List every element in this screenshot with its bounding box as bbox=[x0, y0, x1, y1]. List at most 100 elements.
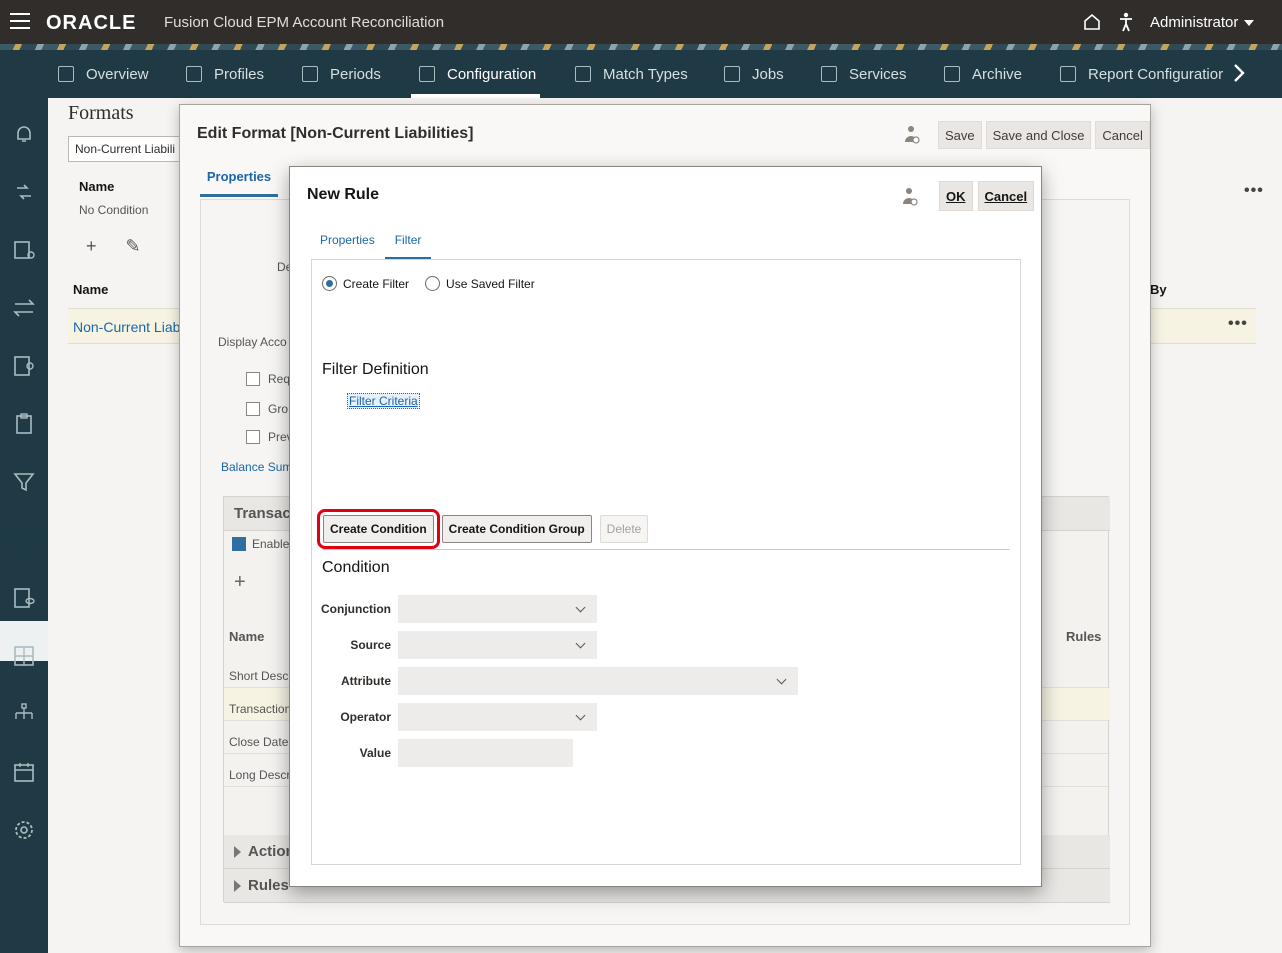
conjunction-row: Conjunction bbox=[312, 595, 597, 623]
hamburger-menu-icon[interactable] bbox=[10, 13, 30, 31]
balance-summary-link[interactable]: Balance Sum bbox=[221, 460, 292, 474]
add-attribute-icon[interactable]: + bbox=[234, 571, 246, 594]
add-icon[interactable]: + bbox=[86, 236, 97, 256]
edit-icon[interactable]: ✎ bbox=[126, 236, 141, 256]
filter-criteria-link[interactable]: Filter Criteria bbox=[347, 393, 420, 409]
list-toolbar: + ✎ bbox=[86, 236, 141, 257]
cancel-button[interactable]: Cancel bbox=[1095, 121, 1150, 149]
chevron-down-icon bbox=[575, 710, 586, 721]
tab-properties[interactable]: Properties bbox=[310, 233, 385, 260]
cancel-button[interactable]: Cancel bbox=[977, 181, 1035, 211]
nav-tab-configuration[interactable]: Configuration bbox=[410, 50, 541, 98]
create-condition-button[interactable]: Create Condition bbox=[317, 509, 440, 549]
conjunction-label: Conjunction bbox=[321, 602, 391, 616]
attribute-label: Attribute bbox=[341, 674, 391, 688]
nav-tab-archive[interactable]: Archive bbox=[944, 50, 1022, 98]
value-input[interactable] bbox=[398, 739, 573, 767]
attribute-select[interactable] bbox=[398, 667, 798, 695]
operator-label: Operator bbox=[340, 710, 391, 724]
tab-filter[interactable]: Filter bbox=[384, 233, 432, 260]
formats-search-input[interactable]: Non-Current Liabili bbox=[68, 136, 188, 162]
col-name-header: Name bbox=[229, 629, 265, 644]
source-row: Source bbox=[312, 631, 597, 659]
attribute-row: Attribute bbox=[312, 667, 798, 695]
filter-mode-radios: Create Filter Use Saved Filter bbox=[322, 276, 535, 291]
checkbox-group[interactable] bbox=[246, 402, 260, 416]
hierarchy-icon[interactable] bbox=[12, 702, 36, 726]
periods-icon bbox=[302, 66, 318, 82]
modified-by-header: By bbox=[1150, 282, 1167, 297]
filter-definition-title: Filter Definition bbox=[322, 361, 429, 378]
chevron-down-icon bbox=[575, 602, 586, 613]
divider bbox=[322, 549, 1010, 550]
delete-button[interactable]: Delete bbox=[599, 515, 649, 543]
admin-user-icon bbox=[905, 126, 920, 144]
checkbox-group-label: Gro bbox=[268, 402, 289, 416]
settings-gear-icon[interactable] bbox=[12, 818, 36, 842]
filter-icon[interactable] bbox=[12, 470, 36, 494]
source-label: Source bbox=[350, 638, 391, 652]
save-and-close-button[interactable]: Save and Close bbox=[985, 121, 1092, 149]
configuration-icon bbox=[419, 66, 435, 82]
value-label: Value bbox=[359, 746, 391, 760]
notifications-icon[interactable] bbox=[12, 122, 36, 146]
create-filter-label: Create Filter bbox=[343, 276, 410, 291]
document-settings-icon[interactable] bbox=[12, 354, 36, 378]
more-actions-icon[interactable]: ••• bbox=[1244, 182, 1264, 200]
services-icon bbox=[821, 66, 837, 82]
user-menu[interactable]: Administrator bbox=[1150, 14, 1255, 31]
new-rule-dialog: New Rule OK Cancel Properties Filter Cre… bbox=[289, 166, 1042, 887]
create-filter-radio[interactable] bbox=[322, 276, 337, 291]
nav-tab-jobs[interactable]: Jobs bbox=[724, 50, 784, 98]
clipboard-icon[interactable] bbox=[12, 412, 36, 436]
calendar-icon[interactable] bbox=[12, 760, 36, 784]
document-view-icon[interactable] bbox=[12, 586, 36, 610]
source-select[interactable] bbox=[398, 631, 597, 659]
calculator-icon[interactable] bbox=[12, 644, 36, 668]
use-saved-filter-label: Use Saved Filter bbox=[446, 276, 535, 291]
list-name-header: Name bbox=[73, 282, 109, 297]
checkbox-prev[interactable] bbox=[246, 430, 260, 444]
enable-checkbox[interactable] bbox=[232, 537, 246, 551]
condition-title: Condition bbox=[322, 559, 390, 576]
list-settings-icon[interactable] bbox=[12, 238, 36, 262]
nav-tab-profiles[interactable]: Profiles bbox=[186, 50, 264, 98]
expand-triangle-icon bbox=[234, 880, 241, 892]
nav-tab-services[interactable]: Services bbox=[821, 50, 907, 98]
tab-properties[interactable]: Properties bbox=[200, 169, 278, 197]
dialog-title: Edit Format [Non-Current Liabilities] bbox=[197, 125, 474, 142]
operator-select[interactable] bbox=[398, 703, 597, 731]
use-saved-filter-radio[interactable] bbox=[425, 276, 441, 291]
nav-tab-periods[interactable]: Periods bbox=[302, 50, 381, 98]
accessibility-icon[interactable] bbox=[1118, 12, 1134, 32]
edit-format-tabs: Properties bbox=[200, 169, 278, 197]
home-icon[interactable] bbox=[1082, 12, 1102, 32]
main-nav: Overview Profiles Periods Configuration … bbox=[0, 50, 1282, 98]
left-rail bbox=[0, 98, 48, 953]
row-actions-icon[interactable]: ••• bbox=[1228, 315, 1248, 333]
new-rule-tabs: Properties Filter bbox=[310, 233, 432, 260]
top-header: ORACLE Fusion Cloud EPM Account Reconcil… bbox=[0, 0, 1282, 44]
profiles-icon bbox=[186, 66, 202, 82]
no-condition-text: No Condition bbox=[79, 203, 149, 217]
create-condition-group-button[interactable]: Create Condition Group bbox=[441, 515, 592, 543]
formats-icon[interactable] bbox=[12, 528, 36, 552]
ok-button[interactable]: OK bbox=[939, 181, 973, 211]
save-button[interactable]: Save bbox=[938, 121, 982, 149]
reconciliation-icon[interactable] bbox=[12, 180, 36, 204]
row-name-link[interactable]: Non-Current Liab bbox=[73, 319, 180, 335]
expand-triangle-icon bbox=[234, 846, 241, 858]
admin-user-icon bbox=[903, 188, 918, 206]
conjunction-select[interactable] bbox=[398, 595, 597, 623]
chevron-right-icon[interactable] bbox=[1232, 63, 1246, 83]
nav-tab-match-types[interactable]: Match Types bbox=[575, 50, 688, 98]
nav-tab-report-configuration[interactable]: Report Configuratior bbox=[1060, 50, 1223, 98]
display-accounts-label: Display Acco bbox=[218, 335, 287, 349]
transfer-icon[interactable] bbox=[12, 296, 36, 320]
nav-tab-overview[interactable]: Overview bbox=[58, 50, 149, 98]
chevron-down-icon bbox=[575, 638, 586, 649]
operator-row: Operator bbox=[312, 703, 597, 731]
chevron-down-icon bbox=[776, 674, 787, 685]
checkbox-required[interactable] bbox=[246, 372, 260, 386]
filter-name-header: Name bbox=[79, 179, 115, 194]
